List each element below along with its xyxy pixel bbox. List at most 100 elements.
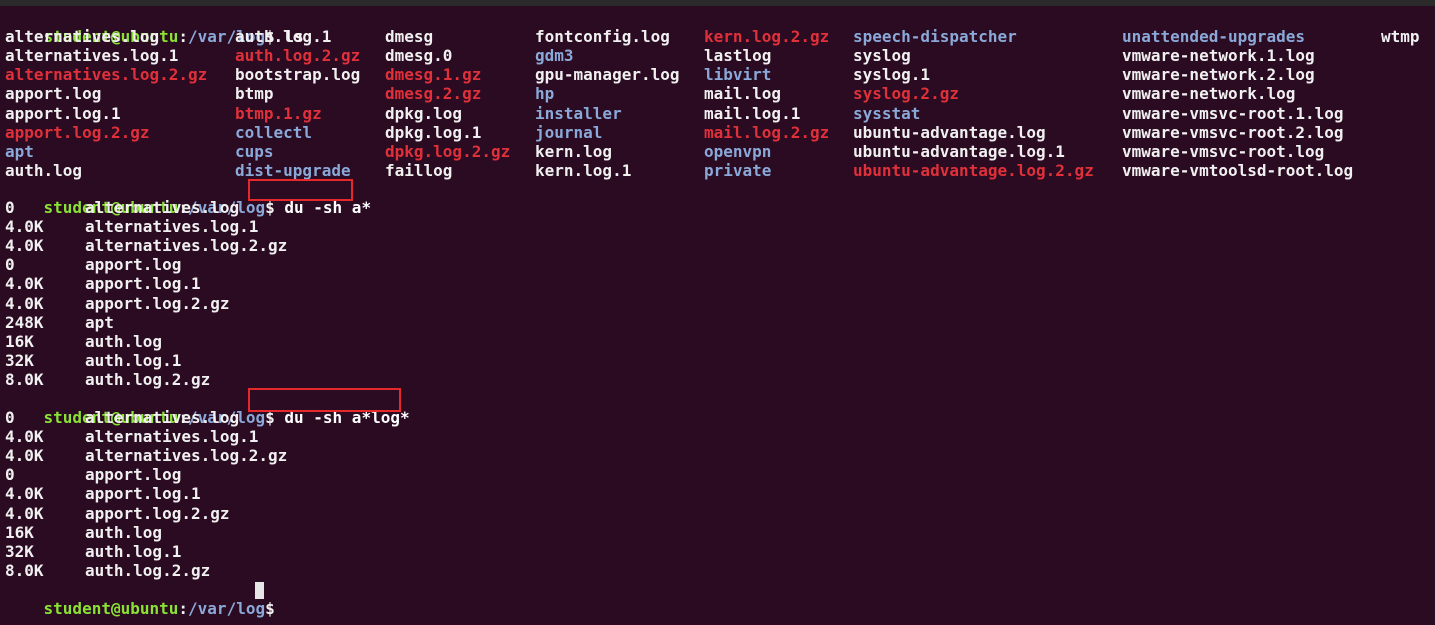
ls-directory-entry: speech-dispatcher	[853, 27, 1017, 46]
ls-directory-entry: apt	[5, 141, 34, 161]
du-size: 4.0K	[5, 274, 44, 294]
ls-file-entry: dmesg.1.gz	[385, 65, 482, 85]
du-filename: apt	[85, 312, 114, 332]
du-size: 32K	[5, 541, 34, 561]
ls-directory-entry: libvirt	[704, 65, 772, 85]
ls-file-entry: dmesg	[385, 27, 434, 46]
du-size: 0	[5, 465, 15, 485]
du-size: 8.0K	[5, 369, 44, 389]
ls-file-entry: kern.log	[535, 141, 613, 161]
ls-file-entry: vmware-network.2.log	[1122, 65, 1315, 85]
ls-file-entry: syslog.1	[853, 65, 931, 85]
ls-file-entry: vmware-vmsvc-root.1.log	[1122, 103, 1344, 123]
ls-file-entry: wtmp	[1381, 27, 1420, 46]
ls-directory-entry: sysstat	[853, 103, 921, 123]
ls-file-entry: mail.log	[704, 84, 782, 104]
ls-file-entry: apport.log.1	[5, 103, 121, 123]
du-filename: auth.log.2.gz	[85, 560, 211, 580]
du-size: 8.0K	[5, 560, 44, 580]
ls-file-entry: apport.log.2.gz	[5, 122, 150, 142]
ls-file-entry: auth.log.1	[235, 27, 332, 46]
ls-file-entry: dmesg.2.gz	[385, 84, 482, 104]
du-filename: auth.log.1	[85, 541, 182, 561]
ls-file-entry: dpkg.log.2.gz	[385, 141, 511, 161]
ls-file-entry: alternatives.log	[5, 27, 160, 46]
ls-file-entry: vmware-vmsvc-root.2.log	[1122, 122, 1344, 142]
du-filename: apport.log	[85, 465, 182, 485]
du-size: 4.0K	[5, 217, 44, 237]
du-size: 4.0K	[5, 484, 44, 504]
du-size: 0	[5, 408, 15, 427]
du-size: 16K	[5, 522, 34, 542]
du-filename: alternatives.log.1	[85, 217, 259, 237]
ls-directory-entry: unattended-upgrades	[1122, 27, 1306, 46]
ls-directory-entry: cups	[235, 141, 274, 161]
ls-file-entry: alternatives.log.1	[5, 46, 179, 66]
ls-file-entry: gpu-manager.log	[535, 65, 680, 85]
du-size: 4.0K	[5, 427, 44, 447]
ls-file-entry: mail.log.2.gz	[704, 122, 830, 142]
prompt-line-current[interactable]: student@ubuntu:/var/log$	[5, 580, 275, 618]
prompt-path: /var/log	[188, 599, 266, 618]
prompt-user: student@ubuntu	[43, 599, 179, 618]
prompt-separator: :	[178, 27, 189, 46]
ls-file-entry: alternatives.log.2.gz	[5, 65, 208, 85]
ls-file-entry: ubuntu-advantage.log.1	[853, 141, 1065, 161]
ls-file-entry: btmp	[235, 84, 274, 104]
du-filename: apport.log	[85, 255, 182, 275]
du-size: 4.0K	[5, 293, 44, 313]
ls-file-entry: mail.log.1	[704, 103, 801, 123]
ls-directory-entry: journal	[535, 122, 603, 142]
highlight-box-du-log	[248, 388, 401, 412]
du-size: 16K	[5, 331, 34, 351]
ls-file-entry: vmware-vmtoolsd-root.log	[1122, 161, 1354, 181]
ls-file-entry: fontconfig.log	[535, 27, 670, 46]
prompt-separator: :	[178, 599, 189, 618]
terminal-window[interactable]: student@ubuntu:/var/log$ ls alternatives…	[0, 0, 1435, 625]
ls-directory-entry: private	[704, 161, 772, 181]
ls-file-entry: vmware-network.1.log	[1122, 46, 1315, 66]
du-filename: alternatives.log	[85, 408, 240, 427]
ls-file-entry: dmesg.0	[385, 46, 453, 66]
ls-directory-entry: openvpn	[704, 141, 772, 161]
ls-directory-entry: installer	[535, 103, 622, 123]
du-size: 4.0K	[5, 446, 44, 466]
ls-file-entry: ubuntu-advantage.log.2.gz	[853, 161, 1094, 181]
ls-directory-entry: collectl	[235, 122, 313, 142]
text-cursor	[255, 582, 264, 599]
du-size: 32K	[5, 350, 34, 370]
ls-file-entry: syslog	[853, 46, 911, 66]
ls-file-entry: auth.log	[5, 161, 83, 181]
ls-file-entry: ubuntu-advantage.log	[853, 122, 1046, 142]
du-filename: auth.log.2.gz	[85, 369, 211, 389]
du-filename: alternatives.log.1	[85, 427, 259, 447]
du-size: 248K	[5, 312, 44, 332]
prompt-line-ls: student@ubuntu:/var/log$ ls	[5, 8, 304, 46]
du-size: 0	[5, 198, 15, 217]
ls-file-entry: dpkg.log.1	[385, 122, 482, 142]
du-size: 0	[5, 255, 15, 275]
ls-directory-entry: dist-upgrade	[235, 161, 351, 181]
ls-directory-entry: hp	[535, 84, 555, 104]
ls-file-entry: apport.log	[5, 84, 102, 104]
ls-directory-entry: gdm3	[535, 46, 574, 66]
prompt-dollar: $	[265, 599, 275, 618]
ls-file-entry: kern.log.1	[535, 161, 632, 181]
du-filename: alternatives.log.2.gz	[85, 236, 288, 256]
ls-file-entry: btmp.1.gz	[235, 103, 322, 123]
window-top-edge	[0, 0, 1435, 6]
du-filename: apport.log.2.gz	[85, 293, 230, 313]
du-filename: apport.log.1	[85, 274, 201, 294]
ls-file-entry: faillog	[385, 161, 453, 181]
highlight-box-du-all	[248, 179, 353, 201]
ls-file-entry: syslog.2.gz	[853, 84, 959, 104]
du-filename: alternatives.log.2.gz	[85, 446, 288, 466]
ls-file-entry: vmware-network.log	[1122, 84, 1296, 104]
du-size: 4.0K	[5, 236, 44, 256]
ls-file-entry: bootstrap.log	[235, 65, 361, 85]
du-size: 4.0K	[5, 503, 44, 523]
du-filename: auth.log.1	[85, 350, 182, 370]
ls-file-entry: auth.log.2.gz	[235, 46, 361, 66]
du-filename: auth.log	[85, 522, 163, 542]
du-filename: alternatives.log	[85, 198, 240, 217]
